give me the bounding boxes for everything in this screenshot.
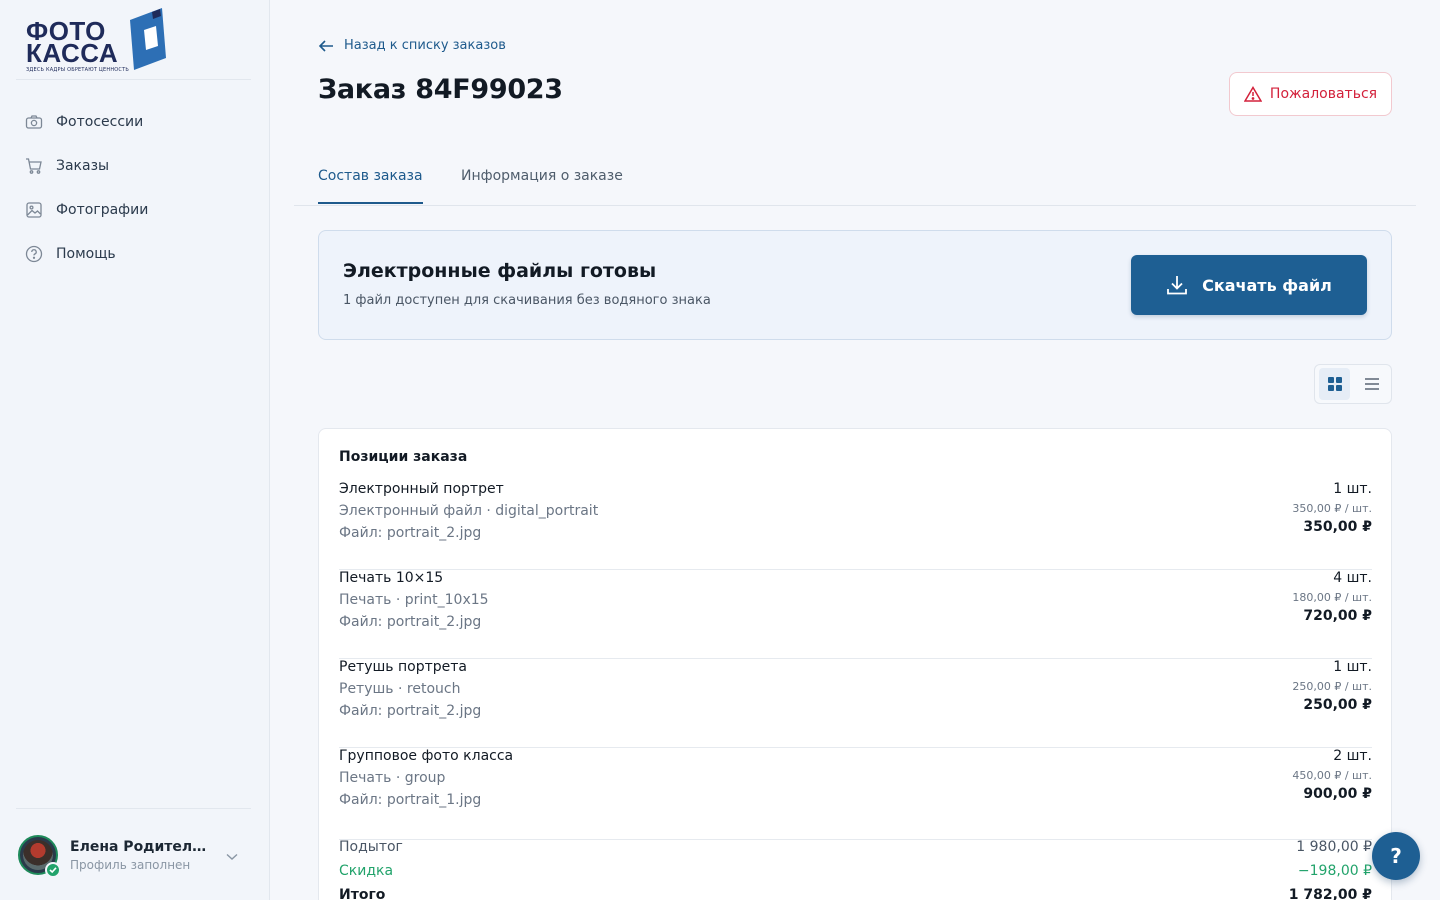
- files-ready-banner: Электронные файлы готовы 1 файл доступен…: [318, 230, 1392, 340]
- discount-value: −198,00 ₽: [1297, 863, 1372, 879]
- item-unit-price: 180,00 ₽ / шт.: [1292, 591, 1372, 604]
- brand-tagline: ЗДЕСЬ КАДРЫ ОБРЕТАЮТ ЦЕННОСТЬ: [26, 67, 130, 73]
- item-type: Печать · print_10x15: [339, 592, 489, 608]
- item-qty: 1 шт.: [1333, 481, 1372, 497]
- verified-check-icon: [45, 862, 61, 878]
- sidebar: ФОТО КАССА ЗДЕСЬ КАДРЫ ОБРЕТАЮТ ЦЕННОСТЬ…: [0, 0, 270, 900]
- help-circle-icon: [25, 245, 43, 263]
- sidebar-item-orders[interactable]: Заказы: [0, 144, 269, 188]
- item-name: Электронный портрет: [339, 481, 504, 497]
- discount-row: Скидка −198,00 ₽: [339, 863, 1372, 887]
- sidebar-item-label: Фотографии: [56, 202, 149, 218]
- subtotal-row: Подытог 1 980,00 ₽: [339, 839, 1372, 863]
- brand-line-2: КАССА: [26, 38, 119, 68]
- grid-view-button[interactable]: [1319, 368, 1350, 400]
- total-value: 1 782,00 ₽: [1288, 887, 1372, 900]
- list-item: Ретушь портрета Ретушь · retouch Файл: p…: [339, 659, 1372, 748]
- download-button-label: Скачать файл: [1202, 275, 1332, 295]
- tab-order-info[interactable]: Информация о заказе: [461, 168, 623, 202]
- user-info: Елена Родительская Профиль заполнен: [70, 839, 210, 872]
- tab-order-contents[interactable]: Состав заказа: [318, 168, 423, 204]
- sidebar-item-label: Помощь: [56, 246, 116, 262]
- main-content: Назад к списку заказов Заказ 84F99023 По…: [270, 0, 1440, 900]
- files-ready-title: Электронные файлы готовы: [343, 260, 657, 282]
- chevron-down-icon: [226, 846, 238, 865]
- brand-camera-icon: [130, 8, 166, 70]
- order-items-list: Электронный портрет Электронный файл · d…: [339, 481, 1372, 840]
- item-file: Файл: portrait_1.jpg: [339, 792, 482, 808]
- subtotal-value: 1 980,00 ₽: [1296, 839, 1372, 855]
- grid-icon: [1327, 377, 1342, 391]
- item-qty: 4 шт.: [1333, 570, 1372, 586]
- warning-icon: [1243, 86, 1262, 102]
- item-type: Печать · group: [339, 770, 446, 786]
- sidebar-nav: Фотосессии Заказы Фотографии Помощь: [0, 100, 269, 276]
- order-items-title: Позиции заказа: [339, 449, 468, 465]
- back-to-orders-link[interactable]: Назад к списку заказов: [318, 38, 506, 53]
- item-name: Групповое фото класса: [339, 748, 514, 764]
- sidebar-item-label: Фотосессии: [56, 114, 144, 130]
- download-icon: [1167, 276, 1188, 295]
- item-total: 250,00 ₽: [1303, 697, 1372, 713]
- help-chat-button[interactable]: ?: [1372, 832, 1420, 880]
- arrow-left-icon: [318, 39, 333, 52]
- files-ready-subtitle: 1 файл доступен для скачивания без водян…: [343, 293, 711, 308]
- download-file-button[interactable]: Скачать файл: [1131, 255, 1367, 315]
- total-row: Итого 1 782,00 ₽: [339, 887, 1372, 900]
- page-title: Заказ 84F99023: [318, 74, 563, 105]
- item-unit-price: 450,00 ₽ / шт.: [1292, 769, 1372, 782]
- item-total: 900,00 ₽: [1303, 786, 1372, 802]
- item-name: Ретушь портрета: [339, 659, 468, 675]
- subtotal-label: Подытог: [339, 839, 403, 855]
- item-total: 720,00 ₽: [1303, 608, 1372, 624]
- brand-logo[interactable]: ФОТО КАССА ЗДЕСЬ КАДРЫ ОБРЕТАЮТ ЦЕННОСТЬ: [26, 8, 171, 76]
- item-total: 350,00 ₽: [1303, 519, 1372, 535]
- sidebar-item-photos[interactable]: Фотографии: [0, 188, 269, 232]
- avatar: [18, 835, 61, 878]
- item-qty: 2 шт.: [1333, 748, 1372, 764]
- order-summary: Подытог 1 980,00 ₽ Скидка −198,00 ₽ Итог…: [339, 839, 1372, 900]
- total-label: Итого: [339, 887, 386, 900]
- brand-wordmark: ФОТО КАССА: [26, 18, 119, 68]
- sidebar-item-label: Заказы: [56, 158, 110, 174]
- item-file: Файл: portrait_2.jpg: [339, 614, 482, 630]
- sidebar-item-help[interactable]: Помощь: [0, 232, 269, 276]
- list-view-button[interactable]: [1356, 368, 1387, 400]
- sidebar-item-photosessions[interactable]: Фотосессии: [0, 100, 269, 144]
- user-profile-menu[interactable]: Елена Родительская Профиль заполнен: [16, 830, 246, 880]
- item-unit-price: 250,00 ₽ / шт.: [1292, 680, 1372, 693]
- view-mode-toggle: [1314, 364, 1392, 404]
- item-name: Печать 10×15: [339, 570, 444, 586]
- item-file: Файл: portrait_2.jpg: [339, 703, 482, 719]
- complain-button-label: Пожаловаться: [1269, 86, 1378, 102]
- list-item: Групповое фото класса Печать · group Фай…: [339, 748, 1372, 840]
- complain-button[interactable]: Пожаловаться: [1229, 72, 1392, 116]
- item-unit-price: 350,00 ₽ / шт.: [1292, 502, 1372, 515]
- camera-icon: [25, 113, 43, 131]
- item-type: Ретушь · retouch: [339, 681, 461, 697]
- image-icon: [25, 201, 43, 219]
- list-icon: [1364, 378, 1379, 390]
- order-items-card: Позиции заказа Электронный портрет Элект…: [318, 428, 1392, 900]
- discount-label: Скидка: [339, 863, 394, 879]
- item-qty: 1 шт.: [1333, 659, 1372, 675]
- item-file: Файл: portrait_2.jpg: [339, 525, 482, 541]
- list-item: Электронный портрет Электронный файл · d…: [339, 481, 1372, 570]
- item-type: Электронный файл · digital_portrait: [339, 503, 599, 519]
- list-item: Печать 10×15 Печать · print_10x15 Файл: …: [339, 570, 1372, 659]
- back-link-label: Назад к списку заказов: [344, 38, 506, 53]
- cart-icon: [25, 157, 43, 175]
- user-name: Елена Родительская: [70, 838, 210, 855]
- user-status: Профиль заполнен: [70, 857, 191, 872]
- sidebar-divider: [16, 79, 251, 80]
- sidebar-divider: [16, 808, 251, 809]
- order-tabs: Состав заказа Информация о заказе: [294, 158, 1416, 206]
